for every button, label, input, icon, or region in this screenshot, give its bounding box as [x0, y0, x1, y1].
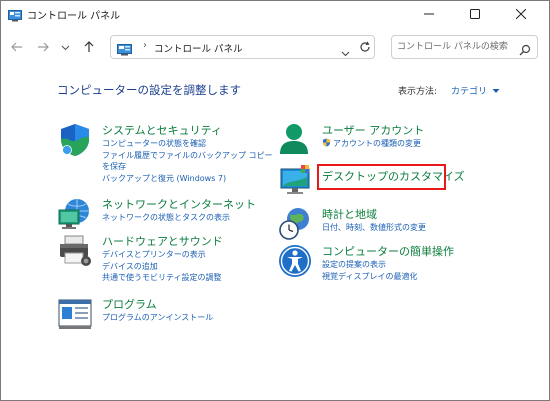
breadcrumb[interactable]: コントロール パネル: [154, 41, 243, 55]
chevron-down-icon: [341, 51, 350, 57]
view-by-dropdown[interactable]: カテゴリ: [451, 84, 500, 97]
search-input[interactable]: [394, 39, 515, 55]
category-ease-of-access: コンピューターの簡単操作 設定の提案の表示 視覚ディスプレイの最適化: [277, 243, 507, 287]
category-network: ネットワークとインターネット ネットワークの状態とタスクの表示: [57, 196, 272, 232]
recent-locations-button[interactable]: [59, 39, 71, 55]
link-add-device[interactable]: デバイスの追加: [102, 261, 222, 273]
view-by-label: 表示方法:: [398, 87, 438, 97]
category-title-access[interactable]: コンピューターの簡単操作: [322, 243, 454, 259]
minimize-icon: [424, 13, 434, 15]
category-title-network[interactable]: ネットワークとインターネット: [102, 196, 256, 212]
clock-globe-icon[interactable]: [277, 206, 313, 242]
category-title-programs[interactable]: プログラム: [102, 296, 157, 312]
navigation-bar: › コントロール パネル: [1, 27, 549, 67]
link-mobility-settings[interactable]: 共通で使うモビリティ設定の調整: [102, 272, 222, 284]
link-suggested-settings[interactable]: 設定の提案の表示: [322, 259, 417, 271]
close-icon: [516, 9, 526, 19]
control-panel-icon: [117, 41, 133, 60]
link-check-computer-status[interactable]: コンピューターの状態を確認: [102, 138, 274, 150]
dropdown-triangle-icon: [492, 89, 500, 93]
search-icon[interactable]: [519, 41, 531, 60]
chevron-down-icon: [61, 45, 69, 50]
maximize-icon: [470, 9, 480, 19]
minimize-button[interactable]: [412, 1, 446, 27]
category-user-accounts: ユーザー アカウント アカウントの種類の変更: [277, 122, 507, 156]
back-button[interactable]: [9, 39, 25, 55]
link-file-history-backup[interactable]: ファイル履歴でファイルのバックアップ コピーを保存: [102, 150, 274, 173]
link-backup-restore[interactable]: バックアップと復元 (Windows 7): [102, 173, 274, 185]
refresh-button[interactable]: [357, 39, 373, 55]
category-hardware-sound: ハードウェアとサウンド デバイスとプリンターの表示 デバイスの追加 共通で使うモ…: [57, 233, 272, 288]
search-box: [391, 35, 538, 59]
up-arrow-icon: [84, 41, 94, 52]
accessibility-icon[interactable]: [277, 243, 313, 279]
up-button[interactable]: [81, 39, 97, 55]
programs-icon[interactable]: [57, 296, 93, 332]
highlight-frame: [317, 164, 446, 190]
shield-icon[interactable]: [57, 122, 93, 158]
link-uninstall-program[interactable]: プログラムのアンインストール: [102, 312, 213, 324]
close-button[interactable]: [504, 1, 538, 27]
page-heading: コンピューターの設定を調整します: [57, 83, 241, 97]
address-dropdown-button[interactable]: [341, 43, 350, 62]
category-title-clock[interactable]: 時計と地域: [322, 206, 377, 222]
user-icon[interactable]: [277, 122, 313, 158]
link-change-account-type-label: アカウントの種類の変更: [333, 139, 421, 148]
breadcrumb-separator-icon: ›: [143, 40, 147, 51]
refresh-icon: [360, 41, 370, 52]
uac-shield-icon: [322, 138, 331, 147]
back-arrow-icon: [11, 42, 22, 52]
category-title-hardware[interactable]: ハードウェアとサウンド: [102, 233, 223, 249]
category-title-user[interactable]: ユーザー アカウント: [322, 122, 424, 138]
control-panel-icon: [8, 7, 22, 26]
link-devices-printers[interactable]: デバイスとプリンターの表示: [102, 249, 222, 261]
category-programs: プログラム プログラムのアンインストール: [57, 296, 272, 332]
forward-button[interactable]: [35, 39, 51, 55]
link-network-status[interactable]: ネットワークの状態とタスクの表示: [102, 212, 230, 224]
window-title: コントロール パネル: [27, 11, 121, 22]
link-date-time-format[interactable]: 日付、時刻、数値形式の変更: [322, 222, 426, 234]
category-clock-region: 時計と地域 日付、時刻、数値形式の変更: [277, 206, 507, 240]
category-title-system[interactable]: システムとセキュリティ: [102, 122, 222, 138]
view-by-value: カテゴリ: [451, 87, 488, 97]
link-change-account-type[interactable]: アカウントの種類の変更: [322, 138, 421, 150]
control-panel-window: コントロール パネル › コントロール パネル コントロール パネルの検索 コン…: [0, 0, 550, 401]
link-optimize-display[interactable]: 視覚ディスプレイの最適化: [322, 271, 417, 283]
maximize-button[interactable]: [458, 1, 492, 27]
network-icon[interactable]: [57, 196, 93, 232]
desktop-icon[interactable]: [277, 163, 313, 199]
category-system-security: システムとセキュリティ コンピューターの状態を確認 ファイル履歴でファイルのバッ…: [57, 122, 274, 186]
address-bar[interactable]: › コントロール パネル: [110, 35, 375, 59]
title-bar: コントロール パネル: [1, 1, 549, 27]
forward-arrow-icon: [38, 42, 49, 52]
printer-icon[interactable]: [57, 233, 93, 269]
